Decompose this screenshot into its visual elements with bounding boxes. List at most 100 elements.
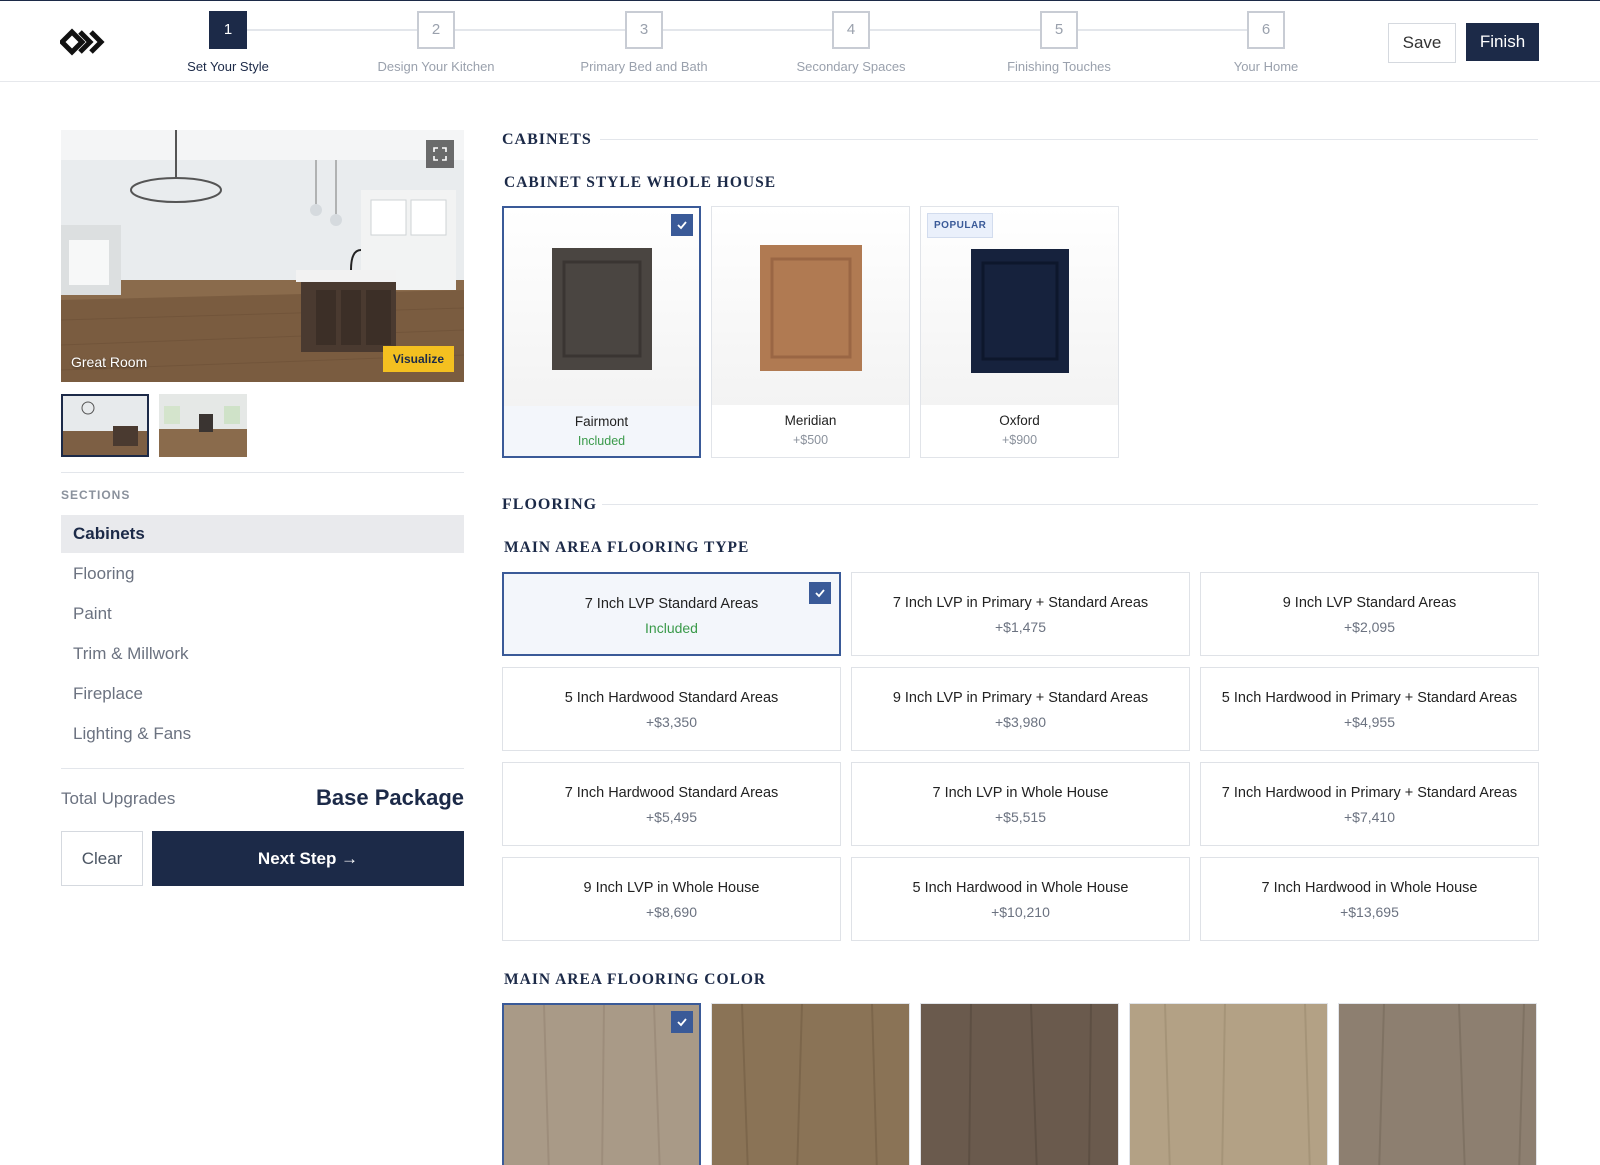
- cabinet-door-image: [504, 208, 699, 406]
- flooring-option-price: +$13,695: [1340, 904, 1399, 920]
- finish-button[interactable]: Finish: [1466, 23, 1539, 61]
- flooring-option-name: 7 Inch Hardwood in Primary + Standard Ar…: [1221, 785, 1518, 801]
- flooring-color-swatch[interactable]: [920, 1003, 1119, 1165]
- flooring-option[interactable]: 7 Inch Hardwood in Whole House +$13,695: [1200, 857, 1539, 941]
- divider: [61, 768, 464, 769]
- flooring-color-swatch[interactable]: [1129, 1003, 1328, 1165]
- next-step-button[interactable]: Next Step →: [152, 831, 464, 886]
- step-6[interactable]: 6 Your Home: [1186, 11, 1346, 74]
- flooring-color-title: MAIN AREA FLOORING COLOR: [504, 971, 767, 988]
- flooring-color-swatch[interactable]: [502, 1003, 701, 1165]
- flooring-option-name: 5 Inch Hardwood in Primary + Standard Ar…: [1221, 690, 1518, 706]
- flooring-option-price: Included: [645, 620, 698, 636]
- flooring-option-name: 7 Inch LVP Standard Areas: [584, 596, 759, 612]
- flooring-option-name: 7 Inch LVP in Whole House: [932, 785, 1109, 801]
- step-label: Design Your Kitchen: [377, 59, 495, 74]
- cabinet-option-meridian[interactable]: Meridian +$500: [711, 206, 910, 458]
- cabinets-group-title: CABINETS: [502, 131, 592, 148]
- sections-heading: SECTIONS: [61, 488, 131, 502]
- flooring-option-price: +$5,495: [646, 809, 697, 825]
- flooring-option-name: 7 Inch Hardwood in Whole House: [1261, 880, 1478, 896]
- flooring-option-name: 5 Inch Hardwood Standard Areas: [564, 690, 779, 706]
- flooring-option-price: +$7,410: [1344, 809, 1395, 825]
- room-caption: Great Room: [71, 354, 148, 370]
- room-thumbnail[interactable]: [61, 394, 149, 457]
- cabinet-name: Oxford: [999, 413, 1040, 428]
- check-icon: [671, 214, 693, 236]
- cabinet-door-image: [712, 207, 909, 405]
- step-number: 3: [625, 11, 663, 49]
- divider: [602, 504, 1538, 505]
- sidebar-item-cabinets[interactable]: Cabinets: [61, 515, 464, 553]
- flooring-option[interactable]: 5 Inch Hardwood Standard Areas +$3,350: [502, 667, 841, 751]
- cabinet-style-title: CABINET STYLE WHOLE HOUSE: [504, 174, 777, 191]
- flooring-option[interactable]: 9 Inch LVP in Whole House +$8,690: [502, 857, 841, 941]
- save-button[interactable]: Save: [1388, 23, 1456, 63]
- flooring-option-price: +$8,690: [646, 904, 697, 920]
- cabinet-name: Meridian: [784, 413, 837, 428]
- sidebar-item-flooring[interactable]: Flooring: [61, 555, 464, 593]
- sidebar-item-fireplace[interactable]: Fireplace: [61, 675, 464, 713]
- flooring-option-name: 7 Inch LVP in Primary + Standard Areas: [892, 595, 1149, 611]
- step-4[interactable]: 4 Secondary Spaces: [771, 11, 931, 74]
- flooring-option[interactable]: 7 Inch LVP in Primary + Standard Areas +…: [851, 572, 1190, 656]
- flooring-option[interactable]: 7 Inch LVP Standard Areas Included: [502, 572, 841, 656]
- flooring-option[interactable]: 7 Inch Hardwood in Primary + Standard Ar…: [1200, 762, 1539, 846]
- cabinet-price: Included: [577, 434, 626, 448]
- total-upgrades-value: Base Package: [316, 785, 464, 810]
- flooring-group-title: FLOORING: [502, 496, 598, 513]
- step-5[interactable]: 5 Finishing Touches: [979, 11, 1139, 74]
- flooring-option-price: +$2,095: [1344, 619, 1395, 635]
- flooring-option-price: +$1,475: [995, 619, 1046, 635]
- room-preview-image[interactable]: Great Room Visualize: [61, 130, 464, 382]
- step-number: 5: [1040, 11, 1078, 49]
- step-label: Primary Bed and Bath: [580, 59, 708, 74]
- cabinet-name: Fairmont: [574, 414, 629, 429]
- flooring-option-price: +$3,350: [646, 714, 697, 730]
- flooring-option-price: +$3,980: [995, 714, 1046, 730]
- visualize-button[interactable]: Visualize: [382, 346, 454, 372]
- flooring-type-title: MAIN AREA FLOORING TYPE: [504, 539, 750, 556]
- step-number: 2: [417, 11, 455, 49]
- sidebar-item-lighting-fans[interactable]: Lighting & Fans: [61, 715, 464, 753]
- room-thumbnail[interactable]: [159, 394, 247, 457]
- flooring-option[interactable]: 5 Inch Hardwood in Primary + Standard Ar…: [1200, 667, 1539, 751]
- sidebar-item-trim-millwork[interactable]: Trim & Millwork: [61, 635, 464, 673]
- flooring-option[interactable]: 5 Inch Hardwood in Whole House +$10,210: [851, 857, 1190, 941]
- flooring-option-price: +$10,210: [991, 904, 1050, 920]
- flooring-option-name: 9 Inch LVP in Whole House: [583, 880, 760, 896]
- flooring-option-name: 5 Inch Hardwood in Whole House: [912, 880, 1129, 896]
- step-label: Your Home: [1233, 59, 1299, 74]
- brand-logo[interactable]: [60, 27, 110, 57]
- clear-button[interactable]: Clear: [61, 831, 143, 886]
- flooring-color-swatch[interactable]: [1338, 1003, 1537, 1165]
- flooring-option-name: 9 Inch LVP Standard Areas: [1282, 595, 1457, 611]
- divider: [600, 139, 1538, 140]
- popular-badge: POPULAR: [927, 213, 994, 238]
- flooring-option-name: 7 Inch Hardwood Standard Areas: [564, 785, 779, 801]
- flooring-option[interactable]: 7 Inch LVP in Whole House +$5,515: [851, 762, 1190, 846]
- flooring-option-price: +$5,515: [995, 809, 1046, 825]
- flooring-option[interactable]: 7 Inch Hardwood Standard Areas +$5,495: [502, 762, 841, 846]
- flooring-option[interactable]: 9 Inch LVP in Primary + Standard Areas +…: [851, 667, 1190, 751]
- flooring-option[interactable]: 9 Inch LVP Standard Areas +$2,095: [1200, 572, 1539, 656]
- cabinet-option-oxford[interactable]: POPULAR Oxford +$900: [920, 206, 1119, 458]
- step-label: Secondary Spaces: [796, 59, 906, 74]
- expand-icon[interactable]: [426, 140, 454, 168]
- flooring-option-name: 9 Inch LVP in Primary + Standard Areas: [892, 690, 1149, 706]
- flooring-color-swatch[interactable]: [711, 1003, 910, 1165]
- step-2[interactable]: 2 Design Your Kitchen: [356, 11, 516, 74]
- cabinet-option-fairmont[interactable]: Fairmont Included: [502, 206, 701, 458]
- step-3[interactable]: 3 Primary Bed and Bath: [564, 11, 724, 74]
- great-room-scene: [61, 130, 464, 382]
- flooring-option-price: +$4,955: [1344, 714, 1395, 730]
- divider: [61, 472, 464, 473]
- total-upgrades-label: Total Upgrades: [61, 789, 176, 808]
- step-number: 4: [832, 11, 870, 49]
- sidebar-item-paint[interactable]: Paint: [61, 595, 464, 633]
- step-1[interactable]: 1 Set Your Style: [148, 11, 308, 74]
- step-label: Finishing Touches: [1007, 59, 1111, 74]
- step-number: 1: [209, 11, 247, 49]
- step-label: Set Your Style: [187, 59, 269, 74]
- cabinet-price: +$900: [1001, 433, 1038, 447]
